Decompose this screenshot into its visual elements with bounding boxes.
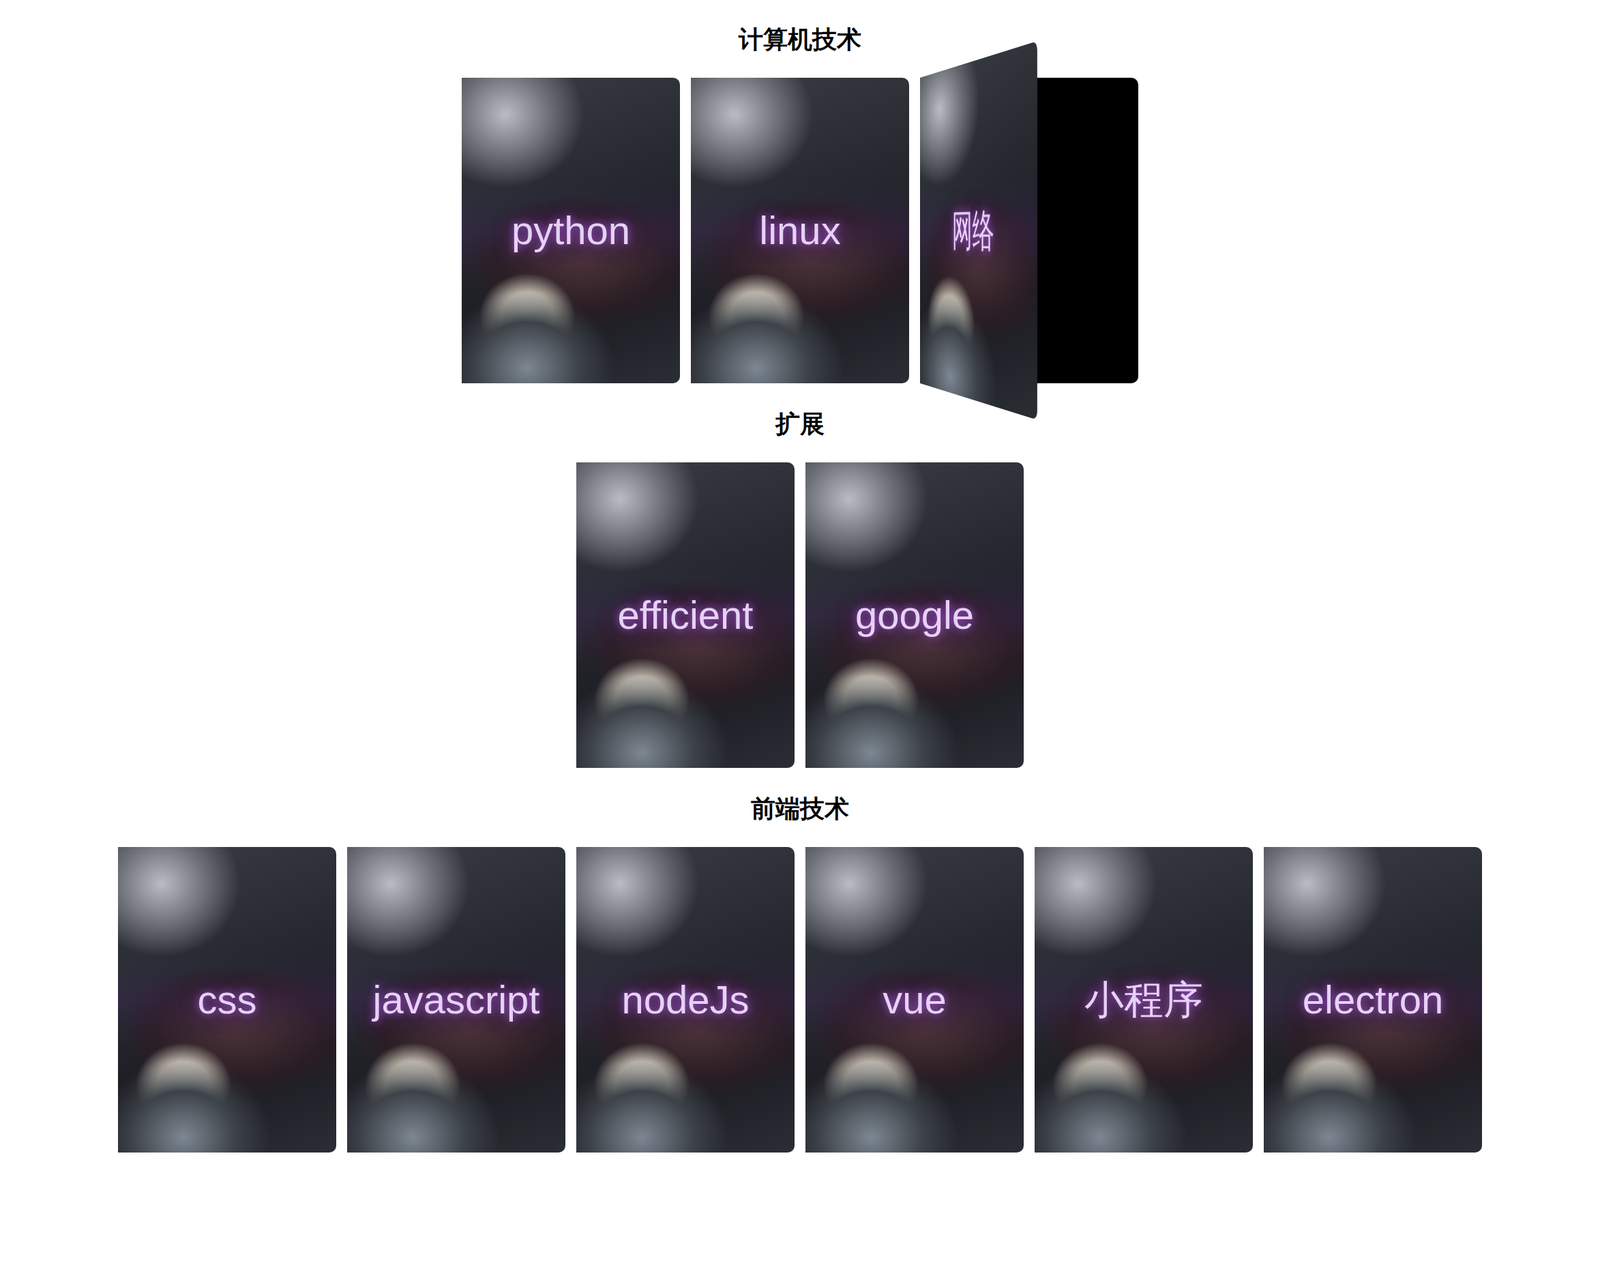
card-label: linux [759, 206, 841, 255]
card[interactable]: css [117, 847, 337, 1153]
card-label: nodeJs [621, 975, 749, 1024]
category-section: 扩展 efficient google [576, 409, 1024, 768]
card-front: vue [805, 847, 1024, 1153]
card[interactable]: vue [805, 847, 1024, 1153]
card-label: css [197, 975, 258, 1024]
card-front: 网络 [920, 40, 1038, 421]
card-front: efficient [576, 462, 795, 768]
card-label: efficient [617, 591, 754, 640]
card-front: nodeJs [576, 847, 795, 1153]
card-row: efficient google [576, 462, 1024, 768]
card-front: google [805, 462, 1024, 768]
card-label: 小程序 [1084, 975, 1204, 1024]
category-section: 前端技术 css javascript nodeJs vue 小程序 electron [117, 793, 1483, 1153]
category-title: 计算机技术 [738, 24, 862, 55]
card[interactable]: python [461, 77, 680, 384]
card-label: vue [882, 975, 947, 1024]
card[interactable]: 小程序 [1034, 847, 1253, 1153]
card-row: css javascript nodeJs vue 小程序 electron [117, 847, 1483, 1153]
card-front: css [117, 847, 337, 1153]
card-front: electron [1263, 847, 1483, 1153]
card-front: linux [690, 77, 910, 384]
card-front: 小程序 [1034, 847, 1253, 1153]
page: 计算机技术 python linux 网络扩展 efficient google 前端技术 c… [0, 0, 1600, 1220]
card[interactable]: 网络 [920, 77, 1139, 384]
card[interactable]: nodeJs [576, 847, 795, 1153]
card-front: javascript [347, 847, 566, 1153]
card-label: python [511, 206, 631, 255]
card[interactable]: electron [1263, 847, 1483, 1153]
card-label: electron [1302, 975, 1444, 1024]
card[interactable]: google [805, 462, 1024, 768]
card-front: python [461, 77, 680, 384]
card[interactable]: javascript [347, 847, 566, 1153]
card-label: google [855, 591, 974, 640]
category-title: 扩展 [775, 409, 825, 440]
card[interactable]: linux [690, 77, 910, 384]
card[interactable]: efficient [576, 462, 795, 768]
category-section: 计算机技术 python linux 网络 [461, 24, 1139, 384]
card-label: 网络 [952, 203, 995, 258]
category-title: 前端技术 [750, 793, 850, 824]
card-label: javascript [373, 975, 541, 1024]
card-row: python linux 网络 [461, 77, 1139, 384]
